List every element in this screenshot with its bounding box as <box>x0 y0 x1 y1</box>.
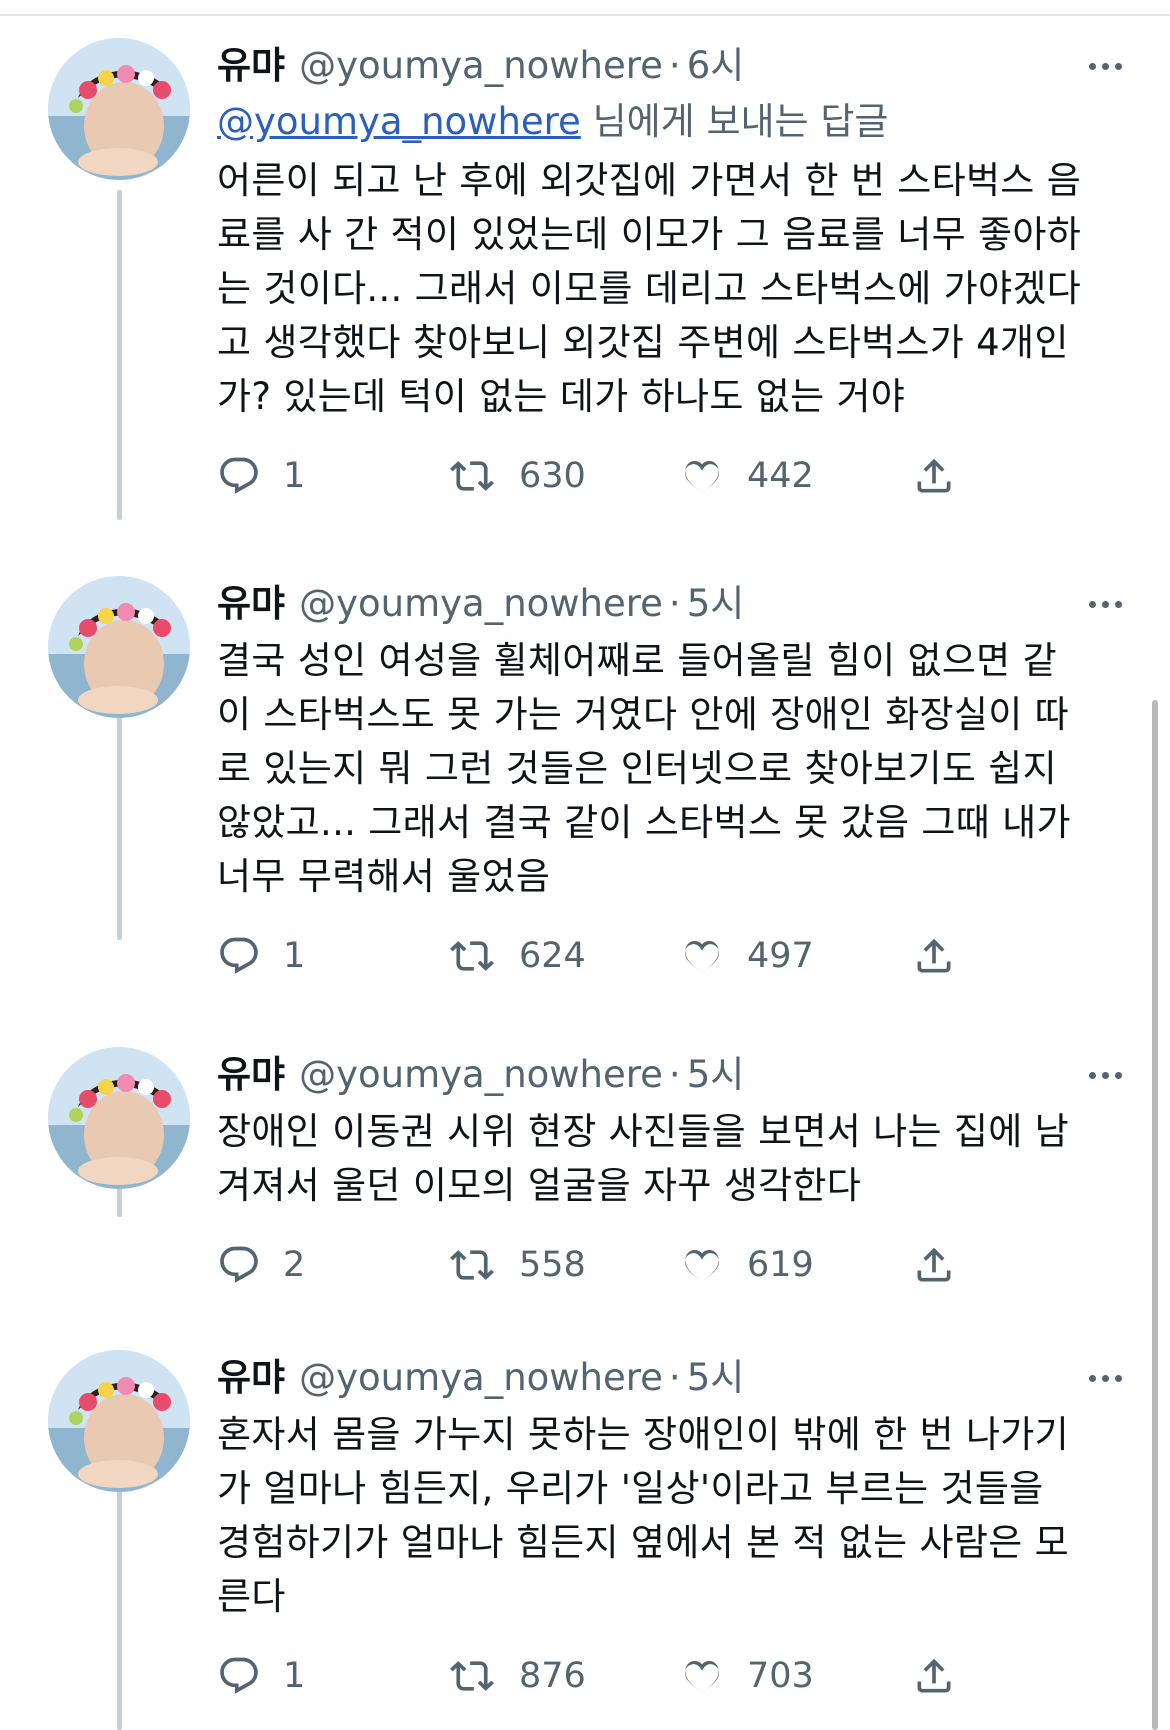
display-name[interactable]: 유먀 <box>217 1047 285 1103</box>
share-icon <box>917 1247 951 1282</box>
reply-icon <box>220 1246 258 1283</box>
like-button[interactable]: 442 <box>679 446 814 506</box>
heart-icon <box>684 940 720 972</box>
like-button[interactable]: 703 <box>679 1646 814 1706</box>
avatar[interactable] <box>48 1350 190 1492</box>
retweet-icon <box>450 1661 494 1691</box>
tweet-text: 결국 성인 여성을 휠체어째로 들어올릴 힘이 없으면 같 이 스타벅스도 못 … <box>217 639 1071 898</box>
tweet-actions: 1 630 442 <box>217 446 1122 506</box>
more-icon[interactable] <box>1089 38 1122 94</box>
tweet-actions: 2 558 619 <box>217 1235 1122 1295</box>
retweet-button[interactable]: 876 <box>447 1646 586 1706</box>
avatar[interactable] <box>48 576 190 718</box>
reply-count: 1 <box>283 456 306 496</box>
more-icon[interactable] <box>1089 576 1122 632</box>
share-button[interactable] <box>912 1235 956 1295</box>
share-button[interactable] <box>912 446 956 506</box>
reply-to-handle-link[interactable]: @youmya_nowhere <box>217 100 581 143</box>
share-icon <box>917 1658 951 1693</box>
separator-dot: · <box>668 1053 681 1096</box>
separator-dot: · <box>668 44 681 87</box>
retweet-icon <box>450 461 494 491</box>
tweet-header: 유먀 @youmya_nowhere · 6시 <box>217 38 1122 94</box>
like-count: 703 <box>747 1656 814 1696</box>
timestamp[interactable]: 5시 <box>687 1047 745 1103</box>
reply-count: 1 <box>283 1656 306 1696</box>
avatar[interactable] <box>48 38 190 180</box>
display-name[interactable]: 유먀 <box>217 576 285 632</box>
tweet-header: 유먀 @youmya_nowhere · 5시 <box>217 576 1122 632</box>
like-button[interactable]: 619 <box>679 1235 814 1295</box>
retweet-button[interactable]: 558 <box>447 1235 586 1295</box>
separator-dot: · <box>668 1356 681 1399</box>
like-button[interactable]: 497 <box>679 926 814 986</box>
tweet-text: 어른이 되고 난 후에 외갓집에 가면서 한 번 스타벅스 음 료를 사 간 적… <box>217 159 1082 418</box>
tweet-text: 혼자서 몸을 가누지 못하는 장애인이 밖에 한 번 나가기 가 얼마나 힘든지… <box>217 1413 1069 1618</box>
like-count: 442 <box>747 456 814 496</box>
reply-button[interactable]: 1 <box>217 926 305 986</box>
reply-count: 2 <box>283 1245 306 1285</box>
like-count: 497 <box>747 936 814 976</box>
display-name[interactable]: 유먀 <box>217 1350 285 1406</box>
user-handle[interactable]: @youmya_nowhere <box>299 1047 663 1103</box>
more-icon[interactable] <box>1089 1350 1122 1406</box>
tweet-header: 유먀 @youmya_nowhere · 5시 <box>217 1350 1122 1406</box>
share-icon <box>917 938 951 973</box>
heart-icon <box>684 460 720 492</box>
user-handle[interactable]: @youmya_nowhere <box>299 38 663 94</box>
share-icon <box>917 458 951 493</box>
tweet-header: 유먀 @youmya_nowhere · 5시 <box>217 1047 1122 1103</box>
reply-to-label: 님에게 보내는 답글 <box>580 100 889 143</box>
share-button[interactable] <box>912 926 956 986</box>
avatar[interactable] <box>48 1047 190 1189</box>
timestamp[interactable]: 5시 <box>687 1350 745 1406</box>
tweet-text: 장애인 이동권 시위 현장 사진들을 보면서 나는 집에 남 겨져서 울던 이모… <box>217 1110 1069 1207</box>
reply-button[interactable]: 1 <box>217 1646 305 1706</box>
retweet-icon <box>450 941 494 971</box>
display-name[interactable]: 유먀 <box>217 38 285 94</box>
top-divider <box>0 14 1170 16</box>
thread-line <box>117 190 122 520</box>
share-button[interactable] <box>912 1646 956 1706</box>
user-handle[interactable]: @youmya_nowhere <box>299 576 663 632</box>
scrollbar[interactable] <box>1152 700 1158 1730</box>
retweet-count: 630 <box>519 456 586 496</box>
reply-button[interactable]: 2 <box>217 1235 305 1295</box>
heart-icon <box>684 1249 720 1281</box>
heart-icon <box>684 1660 720 1692</box>
retweet-count: 876 <box>519 1656 586 1696</box>
tweet-actions: 1 624 497 <box>217 926 1122 986</box>
separator-dot: · <box>668 582 681 625</box>
more-icon[interactable] <box>1089 1047 1122 1103</box>
retweet-count: 558 <box>519 1245 586 1285</box>
reply-context: @youmya_nowhere 님에게 보내는 답글 <box>217 94 1122 150</box>
reply-icon <box>220 1657 258 1694</box>
retweet-button[interactable]: 630 <box>447 446 586 506</box>
retweet-button[interactable]: 624 <box>447 926 586 986</box>
retweet-icon <box>450 1250 494 1280</box>
reply-count: 1 <box>283 936 306 976</box>
timestamp[interactable]: 5시 <box>687 576 745 632</box>
user-handle[interactable]: @youmya_nowhere <box>299 1350 663 1406</box>
retweet-count: 624 <box>519 936 586 976</box>
like-count: 619 <box>747 1245 814 1285</box>
tweet-actions: 1 876 703 <box>217 1646 1122 1706</box>
reply-icon <box>220 937 258 974</box>
reply-icon <box>220 457 258 494</box>
reply-button[interactable]: 1 <box>217 446 305 506</box>
timestamp[interactable]: 6시 <box>687 38 745 94</box>
